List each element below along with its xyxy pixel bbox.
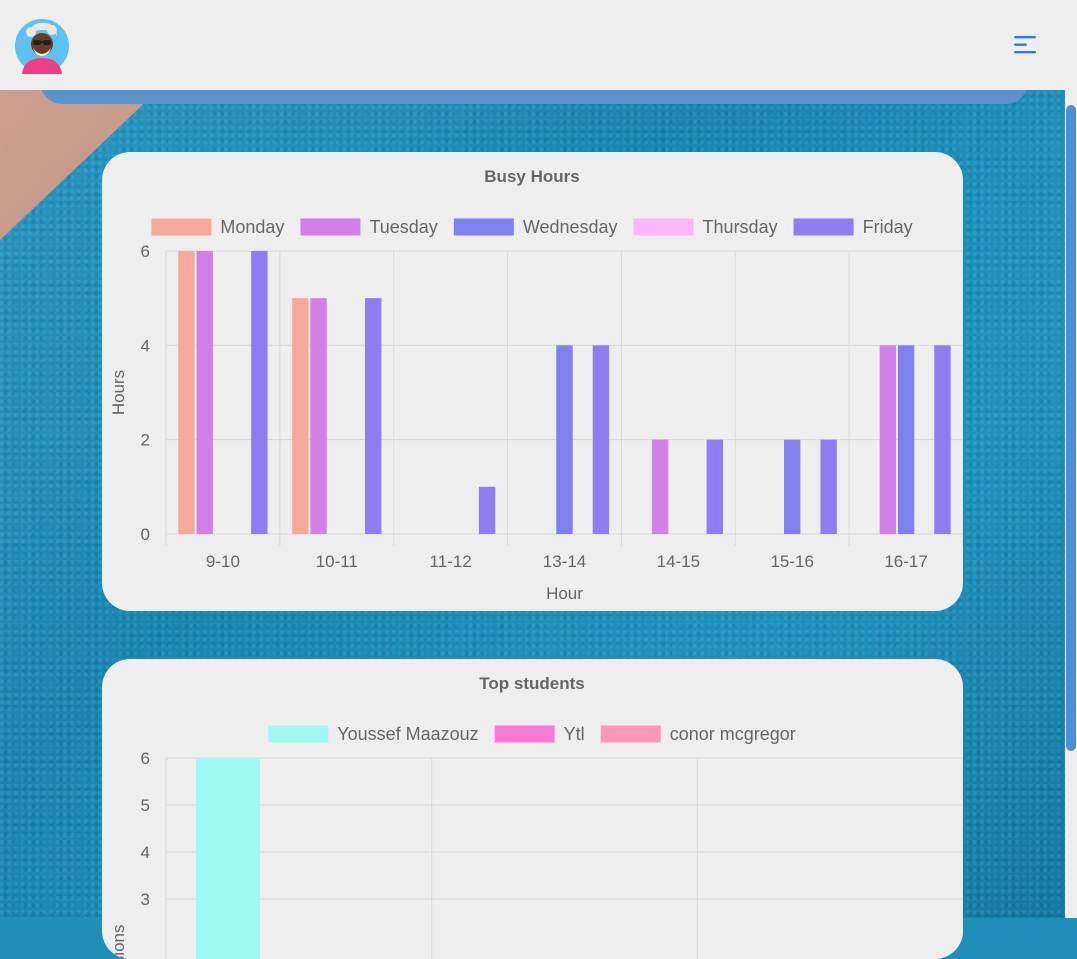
y-tick-label: 4 [141, 843, 150, 862]
x-tick-label: 14-15 [657, 552, 700, 571]
menu-button[interactable] [1012, 33, 1038, 57]
bar-monday [178, 251, 195, 534]
legend-swatch [600, 725, 661, 743]
bar-tuesday [651, 439, 669, 534]
bar-tuesday [879, 345, 897, 534]
x-axis-title: Hour [546, 584, 583, 603]
bar-friday [592, 345, 610, 534]
bar-friday [251, 251, 268, 534]
busy-hours-chart: Busy Hours Monday Tuesday Wednesday Thursday… [109, 167, 963, 603]
y-tick-label: 0 [141, 525, 150, 544]
x-tick-label: 11-12 [430, 552, 472, 571]
legend-label: Thursday [703, 217, 778, 237]
legend-label: Youssef Maazouz [337, 724, 478, 744]
y-tick-label: 5 [141, 796, 150, 815]
y-tick-label: 4 [141, 336, 150, 355]
x-tick-label: 10-11 [316, 552, 358, 571]
bar-friday [934, 345, 951, 534]
legend-swatch [268, 725, 329, 743]
bar-wednesday [784, 439, 801, 534]
x-tick-label: 13-14 [543, 552, 586, 571]
legend-label: Ytl [564, 724, 585, 744]
legend-swatch [151, 218, 212, 236]
menu-icon [1014, 36, 1036, 54]
legend-label: Friday [863, 217, 913, 237]
top-students-card: Top students Youssef Maazouz Ytl conor mcgr… [102, 659, 963, 959]
bar-friday [478, 486, 496, 534]
legend-label: Monday [220, 217, 284, 237]
scrollbar-thumb[interactable] [1066, 105, 1076, 751]
y-tick-label: 3 [141, 890, 150, 909]
bar-wednesday [897, 345, 915, 534]
bar-friday [820, 439, 837, 534]
legend-swatch [793, 218, 854, 236]
legend-label: conor mcgregor [670, 724, 796, 744]
bar-wednesday [556, 345, 573, 534]
y-tick-label: 2 [141, 431, 150, 450]
bar-youssef-maazouz [196, 758, 260, 959]
legend-label: Tuesday [369, 217, 437, 237]
bar-monday [292, 298, 309, 534]
y-axis-title: Hours [109, 370, 128, 415]
chart-title: Top students [479, 674, 584, 693]
top-bar [0, 0, 1065, 90]
legend-swatch [300, 218, 361, 236]
y-tick-label: 6 [141, 749, 150, 768]
x-tick-label: 16-17 [884, 552, 927, 571]
bar-tuesday [310, 298, 327, 534]
legend-swatch [494, 725, 555, 743]
x-tick-label: 15-16 [770, 552, 813, 571]
legend-swatch [453, 218, 514, 236]
bar-friday [706, 439, 723, 534]
bar-tuesday [196, 251, 213, 534]
top-students-chart: Top students Youssef Maazouz Ytl conor mcgr… [109, 674, 963, 959]
chart-title: Busy Hours [484, 167, 579, 186]
busy-hours-card: Busy Hours Monday Tuesday Wednesday Thursday… [102, 152, 963, 611]
legend-swatch [633, 218, 694, 236]
bar-friday [365, 298, 382, 534]
y-axis-title: Sessions [109, 925, 128, 959]
legend-label: Wednesday [523, 217, 618, 237]
x-tick-label: 9-10 [206, 552, 240, 571]
avatar-icon[interactable] [14, 18, 70, 74]
y-tick-label: 6 [141, 242, 150, 261]
